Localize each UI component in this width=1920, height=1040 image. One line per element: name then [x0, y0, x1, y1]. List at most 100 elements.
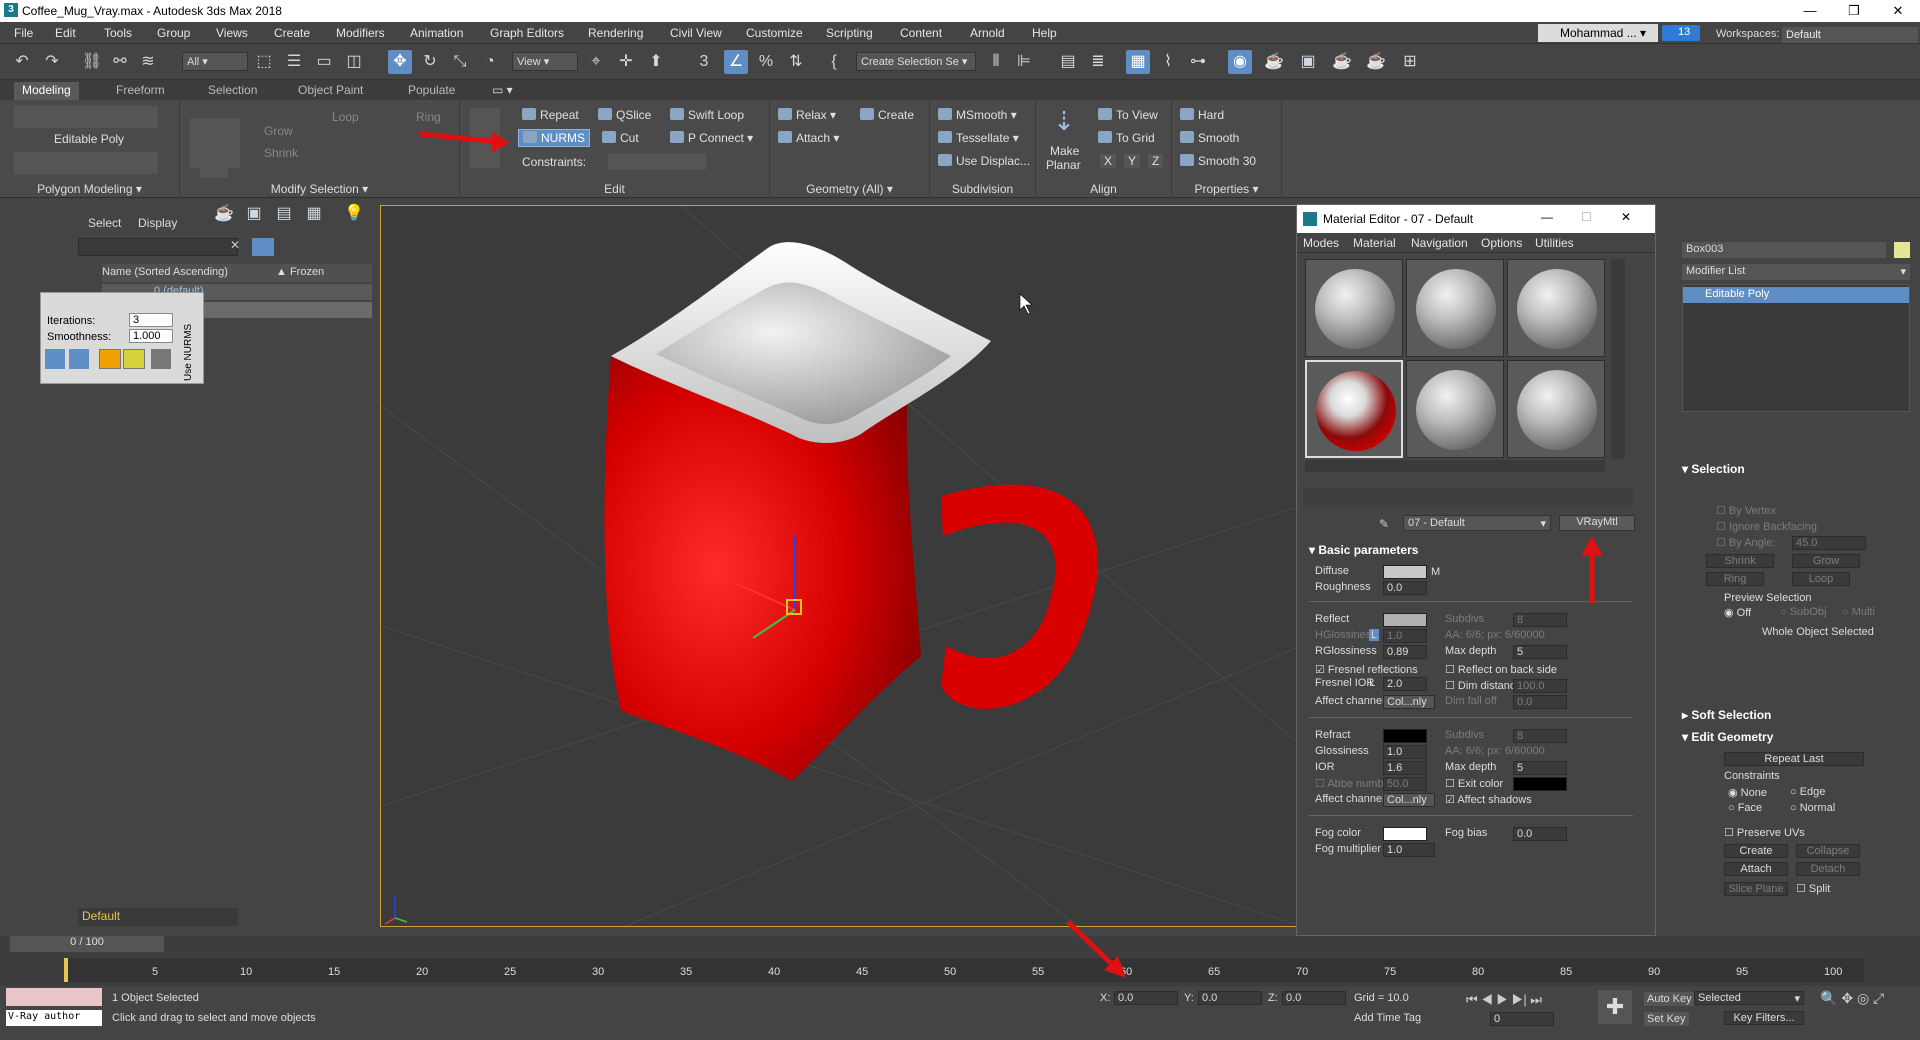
- menu-edit[interactable]: Edit: [55, 26, 76, 40]
- iterations-input[interactable]: 3: [129, 313, 173, 327]
- keyboard-shortcut-icon[interactable]: ⬆: [644, 50, 668, 74]
- x-coordinate-field[interactable]: 0.0: [1114, 991, 1178, 1005]
- abbe-spinner[interactable]: 50.0: [1383, 777, 1427, 791]
- scene-explorer-icon[interactable]: ▤: [1056, 50, 1080, 74]
- redo-icon[interactable]: ↷: [40, 50, 64, 74]
- eyedropper-icon[interactable]: ✎: [1379, 517, 1389, 531]
- use-displacement-button[interactable]: Use Displac...: [938, 154, 1030, 168]
- spinner-snap-icon[interactable]: ⇅: [784, 50, 808, 74]
- track-bar[interactable]: 5 10 15 20 25 30 35 40 45 50 55 60 65 70…: [64, 958, 1864, 982]
- rotate-icon[interactable]: ↻: [418, 50, 442, 74]
- layer-dropdown[interactable]: Default: [78, 908, 238, 926]
- preserve-uvs-buttons[interactable]: [470, 108, 500, 168]
- fresnel-ior-spinner[interactable]: 2.0: [1383, 677, 1427, 691]
- constraint-buttons[interactable]: [608, 154, 706, 170]
- nurms-ok-icon[interactable]: [45, 349, 65, 369]
- key-filters-button[interactable]: Key Filters...: [1724, 1011, 1804, 1025]
- tab-populate[interactable]: Populate: [400, 82, 463, 100]
- repeat-button[interactable]: Repeat: [522, 108, 579, 122]
- preserve-uvs-checkbox[interactable]: ☐ Preserve UVs: [1724, 826, 1805, 839]
- fog-multiplier-spinner[interactable]: 1.0: [1383, 843, 1435, 857]
- menu-rendering[interactable]: Rendering: [588, 26, 643, 40]
- explorer-search-input[interactable]: [78, 238, 238, 256]
- viewport-nav-icons[interactable]: 🔍 ✥ ◎ ⤢: [1820, 990, 1914, 1026]
- modify-sel-buttons[interactable]: [190, 118, 240, 168]
- material-editor-icon[interactable]: ◉: [1228, 50, 1252, 74]
- polygon-modeling-group-label[interactable]: Polygon Modeling: [37, 182, 132, 196]
- align-icon[interactable]: ⊫: [1012, 50, 1036, 74]
- make-planar-label-1[interactable]: Make: [1050, 144, 1079, 158]
- nurms-button[interactable]: NURMS: [518, 129, 590, 147]
- layer-explorer-icon[interactable]: ≣: [1086, 50, 1110, 74]
- y-coordinate-field[interactable]: 0.0: [1198, 991, 1262, 1005]
- modify-selection-group-label[interactable]: Modify Selection: [271, 182, 359, 196]
- select-object-icon[interactable]: ⬚: [252, 50, 276, 74]
- constraint-normal-radio[interactable]: ○ Normal: [1790, 802, 1835, 814]
- grow-button[interactable]: Grow: [264, 124, 293, 138]
- align-x-button[interactable]: X: [1100, 154, 1117, 168]
- glossiness-spinner[interactable]: 1.0: [1383, 745, 1427, 759]
- ring-button[interactable]: Ring: [416, 110, 441, 124]
- ior-spinner[interactable]: 1.6: [1383, 761, 1427, 775]
- constraint-face-radio[interactable]: ○ Face: [1728, 802, 1762, 814]
- edit-geometry-header[interactable]: ▾ Edit Geometry: [1682, 730, 1773, 744]
- rglossiness-spinner[interactable]: 0.89: [1383, 645, 1427, 659]
- explorer-left-icons[interactable]: [4, 314, 28, 694]
- repeat-last-button[interactable]: Repeat Last: [1724, 752, 1864, 766]
- loop-button[interactable]: Loop: [332, 110, 359, 124]
- constraint-none-radio[interactable]: ◉ None: [1728, 786, 1767, 799]
- teapot-icon[interactable]: ☕: [212, 202, 236, 226]
- link-icon[interactable]: ⛓: [80, 50, 104, 74]
- sample-hscrollbar[interactable]: [1305, 460, 1605, 472]
- by-vertex-checkbox[interactable]: ☐ By Vertex: [1716, 504, 1776, 517]
- exit-color-swatch[interactable]: [1513, 777, 1567, 791]
- abbe-checkbox[interactable]: ☐ Abbe number: [1315, 777, 1393, 790]
- maxscript-mini-output[interactable]: V-Ray author: [6, 1010, 102, 1026]
- menu-civil-view[interactable]: Civil View: [670, 26, 722, 40]
- tab-object-paint[interactable]: Object Paint: [290, 82, 371, 100]
- make-planar-label-2[interactable]: Planar: [1046, 158, 1081, 172]
- refract-max-depth-spinner[interactable]: 5: [1513, 761, 1567, 775]
- select-by-name-icon[interactable]: ☰: [282, 50, 306, 74]
- slice-plane-button[interactable]: Slice Plane: [1724, 882, 1788, 896]
- menu-views[interactable]: Views: [216, 26, 248, 40]
- qslice-button[interactable]: QSlice: [598, 108, 651, 122]
- render-iterative-icon[interactable]: ☕: [1364, 50, 1388, 74]
- shrink-button[interactable]: Shrink: [264, 146, 298, 160]
- menu-group[interactable]: Group: [157, 26, 190, 40]
- render-cloud-icon[interactable]: ⊞: [1398, 50, 1422, 74]
- create-button[interactable]: Create: [1724, 844, 1788, 858]
- exit-color-checkbox[interactable]: ☐ Exit color: [1445, 777, 1503, 790]
- diffuse-swatch[interactable]: [1383, 565, 1427, 579]
- collapse-button[interactable]: Collapse: [1796, 844, 1860, 858]
- auto-key-button[interactable]: Auto Key: [1644, 992, 1695, 1006]
- affect-channels-dropdown[interactable]: Col...nly: [1383, 695, 1435, 709]
- grow-button[interactable]: Grow: [1792, 554, 1860, 568]
- object-name-field[interactable]: Box003: [1682, 242, 1886, 258]
- menu-scripting[interactable]: Scripting: [826, 26, 873, 40]
- sample-slot-selected[interactable]: [1305, 360, 1403, 458]
- sample-slot[interactable]: [1406, 259, 1504, 357]
- shrink-button[interactable]: Shrink: [1706, 554, 1774, 568]
- hglossiness-spinner[interactable]: 1.0: [1383, 629, 1427, 643]
- render-setup-icon[interactable]: ☕: [1262, 50, 1286, 74]
- by-angle-checkbox[interactable]: ☐ By Angle:: [1716, 536, 1775, 549]
- modifier-stack-item[interactable]: Editable Poly: [1683, 287, 1909, 303]
- light-icon[interactable]: 💡: [342, 202, 366, 226]
- attach-button[interactable]: Attach ▾: [778, 131, 839, 145]
- geometry-group-label[interactable]: Geometry (All): [806, 182, 883, 196]
- col-frozen-header[interactable]: ▲ Frozen: [276, 266, 324, 278]
- selection-filter-dropdown[interactable]: All ▾: [182, 52, 248, 71]
- me-menu-modes[interactable]: Modes: [1303, 236, 1339, 250]
- diffuse-map-button[interactable]: M: [1431, 566, 1440, 578]
- dim-distance-checkbox[interactable]: ☐ Dim distance: [1445, 679, 1522, 692]
- create-button[interactable]: Create: [860, 108, 914, 122]
- preview-off-radio[interactable]: ◉ Off: [1724, 606, 1751, 619]
- notifications-badge[interactable]: 13: [1662, 25, 1700, 41]
- angle-snap-icon[interactable]: ∠: [724, 50, 748, 74]
- me-minimize-icon[interactable]: —: [1541, 210, 1553, 224]
- fog-bias-spinner[interactable]: 0.0: [1513, 827, 1567, 841]
- menu-help[interactable]: Help: [1032, 26, 1057, 40]
- roughness-spinner[interactable]: 0.0: [1383, 581, 1427, 595]
- undo-icon[interactable]: ↶: [10, 50, 34, 74]
